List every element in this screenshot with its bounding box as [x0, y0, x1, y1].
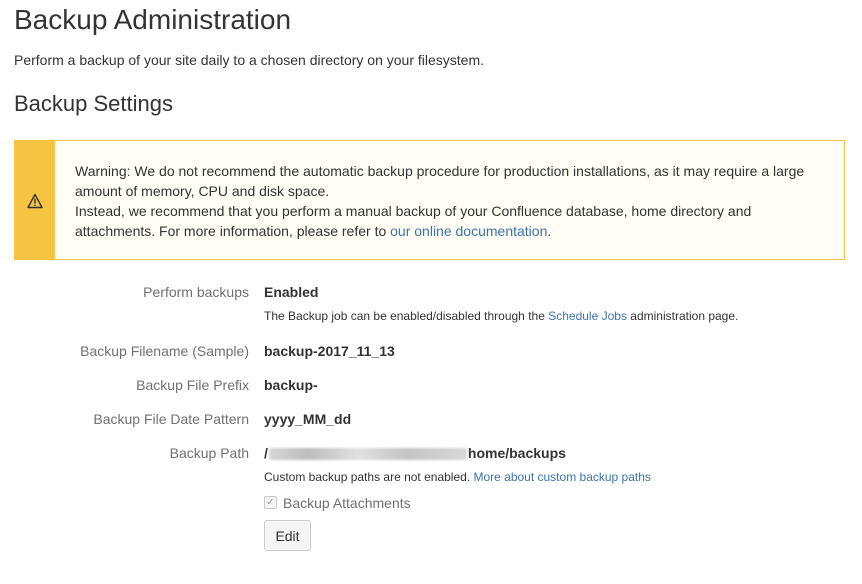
backup-attachments-checkbox[interactable]: ✓	[264, 496, 277, 510]
warning-line-2-suffix: .	[547, 223, 552, 239]
filename-sample-label: Backup Filename (Sample)	[80, 343, 249, 359]
date-pattern-label: Backup File Date Pattern	[93, 411, 249, 427]
schedule-jobs-link[interactable]: Schedule Jobs	[548, 309, 627, 323]
perform-backups-desc-suffix: administration page.	[626, 309, 739, 323]
warning-text: Warning: We do not recommend the automat…	[75, 161, 825, 241]
date-pattern-value: yyyy_MM_dd	[264, 411, 352, 427]
page-intro: Perform a backup of your site daily to a…	[14, 52, 484, 68]
redacted-path-segment	[268, 448, 467, 461]
perform-backups-desc-text: The Backup job can be enabled/disabled t…	[264, 309, 549, 323]
file-prefix-value: backup-	[264, 377, 318, 393]
backup-path-label: Backup Path	[169, 445, 249, 461]
perform-backups-value: Enabled	[264, 284, 319, 300]
backup-path-desc: Custom backup paths are not enabled. Mor…	[264, 470, 651, 484]
perform-backups-desc: The Backup job can be enabled/disabled t…	[264, 309, 738, 323]
backup-path-suffix: home/backups	[467, 445, 566, 461]
warning-line-2: Instead, we recommend that you perform a…	[75, 201, 825, 241]
custom-backup-paths-link[interactable]: More about custom backup paths	[473, 470, 650, 484]
page-title: Backup Administration	[14, 4, 292, 35]
warning-accent-bar	[15, 141, 55, 259]
perform-backups-label: Perform backups	[143, 284, 249, 300]
filename-sample-value: backup-2017_11_13	[264, 343, 395, 359]
section-title: Backup Settings	[14, 91, 173, 116]
edit-button[interactable]: Edit	[264, 520, 311, 551]
warning-message: Warning: We do not recommend the automat…	[14, 140, 845, 260]
warning-line-1: Warning: We do not recommend the automat…	[75, 163, 805, 199]
backup-path-desc-text: Custom backup paths are not enabled.	[264, 470, 474, 484]
backup-attachments-option: ✓ Backup Attachments	[264, 494, 411, 512]
backup-admin-page: Backup Administration Perform a backup o…	[0, 0, 862, 584]
online-documentation-link[interactable]: our online documentation	[390, 223, 547, 239]
backup-path-value: / home/backups	[264, 445, 566, 461]
file-prefix-label: Backup File Prefix	[136, 377, 249, 393]
warning-icon	[27, 193, 43, 209]
backup-attachments-label: Backup Attachments	[283, 494, 411, 511]
backup-path-prefix: /	[264, 445, 268, 461]
